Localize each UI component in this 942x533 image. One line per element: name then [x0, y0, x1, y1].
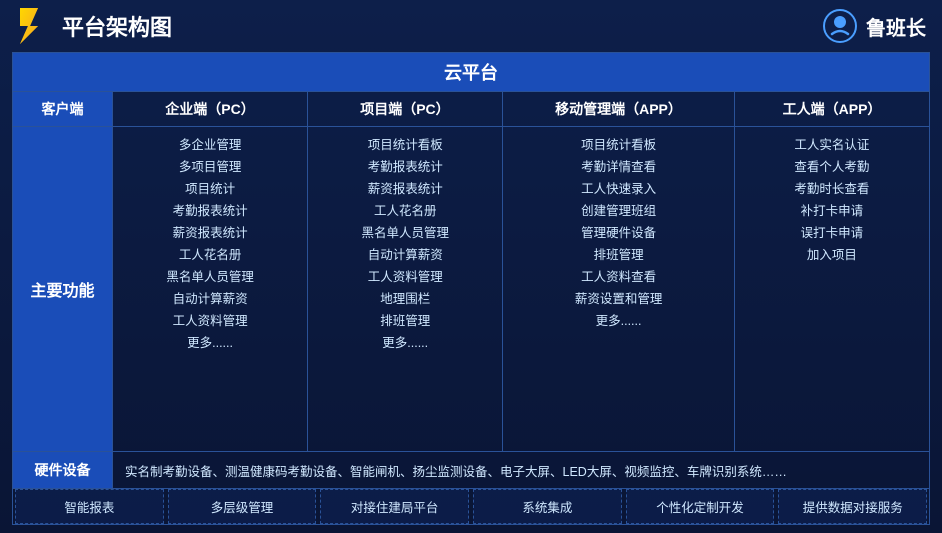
list-item: 多项目管理 [119, 157, 301, 177]
list-item: 自动计算薪资 [314, 245, 496, 265]
list-item: 薪资报表统计 [314, 179, 496, 199]
worker-content: 工人实名认证查看个人考勤考勤时长查看补打卡申请误打卡申请加入项目 [735, 127, 929, 451]
col-header-mobile: 移动管理端（APP） [503, 92, 735, 126]
feature-item: 多层级管理 [168, 489, 317, 524]
brand-logo: 鲁班长 [822, 8, 926, 44]
list-item: 工人实名认证 [741, 135, 923, 155]
list-item: 项目统计看板 [314, 135, 496, 155]
list-item: 加入项目 [741, 245, 923, 265]
page: 平台架构图 鲁班长 云平台 客户端 企业端（PC） 项目端 [0, 0, 942, 533]
col-header-enterprise: 企业端（PC） [113, 92, 308, 126]
feature-item: 系统集成 [473, 489, 622, 524]
header: 平台架构图 鲁班长 [12, 8, 930, 44]
list-item: 黑名单人员管理 [314, 223, 496, 243]
column-headers: 客户端 企业端（PC） 项目端（PC） 移动管理端（APP） 工人端（APP） [13, 92, 929, 127]
enterprise-content: 多企业管理多项目管理项目统计考勤报表统计薪资报表统计工人花名册黑名单人员管理自动… [113, 127, 308, 451]
col-header-project: 项目端（PC） [308, 92, 503, 126]
list-item: 黑名单人员管理 [119, 267, 301, 287]
list-item: 工人资料管理 [314, 267, 496, 287]
list-item: 工人资料管理 [119, 311, 301, 331]
cloud-platform-label: 云平台 [444, 63, 498, 83]
logo-icon [16, 8, 52, 44]
list-item: 更多...... [509, 311, 728, 331]
col-header-client: 客户端 [13, 92, 113, 126]
list-item: 考勤报表统计 [119, 201, 301, 221]
header-left: 平台架构图 [16, 8, 172, 44]
list-item: 工人资料查看 [509, 267, 728, 287]
hardware-label: 硬件设备 [13, 452, 113, 488]
main-table: 云平台 客户端 企业端（PC） 项目端（PC） 移动管理端（APP） 工人端（A… [12, 52, 930, 525]
list-item: 工人花名册 [119, 245, 301, 265]
hardware-row: 硬件设备 实名制考勤设备、测温健康码考勤设备、智能闸机、扬尘监测设备、电子大屏、… [13, 452, 929, 489]
list-item: 工人花名册 [314, 201, 496, 221]
feature-item: 对接住建局平台 [320, 489, 469, 524]
list-item: 考勤详情查看 [509, 157, 728, 177]
list-item: 补打卡申请 [741, 201, 923, 221]
list-item: 更多...... [119, 333, 301, 353]
hardware-content: 实名制考勤设备、测温健康码考勤设备、智能闸机、扬尘监测设备、电子大屏、LED大屏… [113, 453, 929, 488]
brand-name: 鲁班长 [866, 12, 926, 41]
feature-item: 个性化定制开发 [626, 489, 775, 524]
list-item: 更多...... [314, 333, 496, 353]
brand-icon [822, 8, 858, 44]
list-item: 薪资设置和管理 [509, 289, 728, 309]
list-item: 自动计算薪资 [119, 289, 301, 309]
mobile-content: 项目统计看板考勤详情查看工人快速录入创建管理班组管理硬件设备排班管理工人资料查看… [503, 127, 735, 451]
list-item: 项目统计看板 [509, 135, 728, 155]
list-item: 查看个人考勤 [741, 157, 923, 177]
main-content-row: 主要功能 多企业管理多项目管理项目统计考勤报表统计薪资报表统计工人花名册黑名单人… [13, 127, 929, 452]
col-header-worker: 工人端（APP） [735, 92, 929, 126]
list-item: 考勤报表统计 [314, 157, 496, 177]
project-content: 项目统计看板考勤报表统计薪资报表统计工人花名册黑名单人员管理自动计算薪资工人资料… [308, 127, 503, 451]
list-item: 管理硬件设备 [509, 223, 728, 243]
list-item: 地理围栏 [314, 289, 496, 309]
features-row: 智能报表多层级管理对接住建局平台系统集成个性化定制开发提供数据对接服务 [13, 489, 929, 524]
list-item: 项目统计 [119, 179, 301, 199]
page-title: 平台架构图 [62, 10, 172, 42]
list-item: 考勤时长查看 [741, 179, 923, 199]
list-item: 误打卡申请 [741, 223, 923, 243]
cloud-platform-row: 云平台 [13, 53, 929, 92]
list-item: 排班管理 [509, 245, 728, 265]
list-item: 薪资报表统计 [119, 223, 301, 243]
list-item: 多企业管理 [119, 135, 301, 155]
feature-item: 智能报表 [15, 489, 164, 524]
main-function-label: 主要功能 [13, 127, 113, 451]
list-item: 工人快速录入 [509, 179, 728, 199]
list-item: 排班管理 [314, 311, 496, 331]
feature-item: 提供数据对接服务 [778, 489, 927, 524]
list-item: 创建管理班组 [509, 201, 728, 221]
